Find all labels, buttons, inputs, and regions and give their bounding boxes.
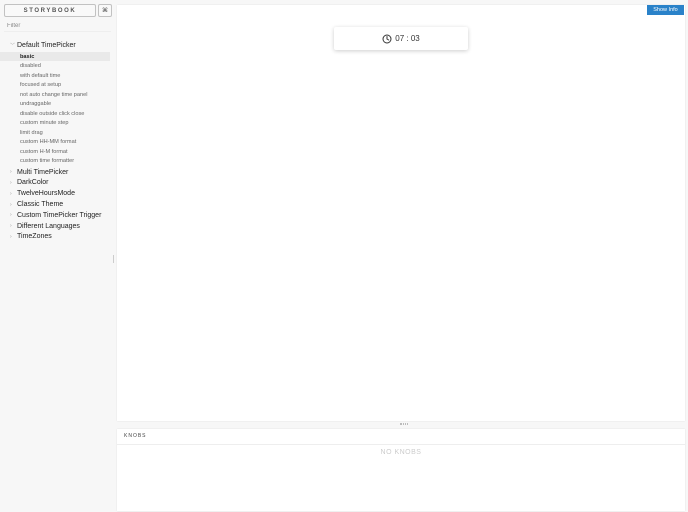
kind-label: Multi TimePicker — [17, 168, 69, 176]
story-item-limit-drag[interactable]: limit drag — [0, 128, 110, 138]
storybook-brand-button[interactable]: STORYBOOK — [4, 4, 96, 17]
kind-label: Different Languages — [17, 222, 80, 230]
preview-panel: Show Info 07 : 03 — [117, 5, 685, 421]
sidebar: STORYBOOK ⌘ ﹀ Default TimePicker basic d… — [0, 0, 114, 512]
kind-custom-timepicker-trigger[interactable]: › Custom TimePicker Trigger — [0, 210, 114, 221]
storybook-app: STORYBOOK ⌘ ﹀ Default TimePicker basic d… — [0, 0, 688, 512]
filter-input[interactable] — [4, 21, 111, 32]
story-item-with-default-time[interactable]: with default time — [0, 71, 110, 81]
kind-default-timepicker[interactable]: ﹀ Default TimePicker — [0, 40, 114, 51]
kind-label: TimeZones — [17, 233, 52, 241]
chevron-right-icon: › — [10, 233, 12, 240]
chevron-right-icon: › — [10, 201, 12, 208]
empty-knobs-message: NO KNOBS — [380, 449, 422, 456]
story-item-disable-outside-click-close[interactable]: disable outside click close — [0, 109, 110, 119]
kind-darkcolor[interactable]: › DarkColor — [0, 178, 114, 189]
kind-timezones[interactable]: › TimeZones — [0, 232, 114, 243]
kind-label: Default TimePicker — [17, 41, 76, 49]
story-item-focused-at-setup[interactable]: focused at setup — [0, 80, 110, 90]
kind-label: Custom TimePicker Trigger — [17, 211, 102, 219]
story-item-undraggable[interactable]: undraggable — [0, 99, 110, 109]
story-item-custom-time-formatter[interactable]: custom time formatter — [0, 156, 110, 166]
timepicker-trigger[interactable]: 07 : 03 — [334, 27, 468, 50]
panel-resize-handle[interactable] — [400, 423, 408, 425]
brand-row: STORYBOOK ⌘ — [4, 4, 112, 17]
story-list: basic disabled with default time focused… — [0, 51, 114, 167]
chevron-right-icon: › — [10, 223, 12, 230]
keyboard-shortcuts-button[interactable]: ⌘ — [98, 4, 112, 17]
chevron-down-icon: ﹀ — [10, 42, 16, 49]
story-item-basic[interactable]: basic — [0, 51, 110, 62]
chevron-right-icon: › — [10, 212, 12, 219]
clock-icon — [382, 34, 392, 43]
chevron-right-icon: › — [10, 169, 12, 176]
show-info-button[interactable]: Show Info — [647, 5, 684, 15]
story-item-disabled[interactable]: disabled — [0, 61, 110, 71]
story-item-not-auto-change-time-panel[interactable]: not auto change time panel — [0, 90, 110, 100]
tab-knobs[interactable]: KNOBS — [124, 433, 147, 439]
story-item-custom-minute-step[interactable]: custom minute step — [0, 118, 110, 128]
kind-label: TwelveHoursMode — [17, 190, 75, 198]
chevron-right-icon: › — [10, 179, 12, 186]
chevron-right-icon: › — [10, 190, 12, 197]
addon-divider — [117, 444, 685, 445]
story-item-custom-hh-mm-format[interactable]: custom HH-MM format — [0, 137, 110, 147]
kind-multi-timepicker[interactable]: › Multi TimePicker — [0, 167, 114, 178]
story-item-custom-h-m-format[interactable]: custom H-M format — [0, 147, 110, 157]
kind-label: DarkColor — [17, 179, 49, 187]
kind-label: Classic Theme — [17, 201, 64, 209]
time-value: 07 : 03 — [395, 34, 420, 43]
sidebar-resize-handle[interactable] — [113, 255, 114, 263]
addon-panel: KNOBS NO KNOBS — [117, 429, 685, 511]
kind-different-languages[interactable]: › Different Languages — [0, 221, 114, 232]
stories-tree: ﹀ Default TimePicker basic disabled with… — [0, 40, 114, 242]
kind-classic-theme[interactable]: › Classic Theme — [0, 199, 114, 210]
kind-twelvehoursmode[interactable]: › TwelveHoursMode — [0, 188, 114, 199]
